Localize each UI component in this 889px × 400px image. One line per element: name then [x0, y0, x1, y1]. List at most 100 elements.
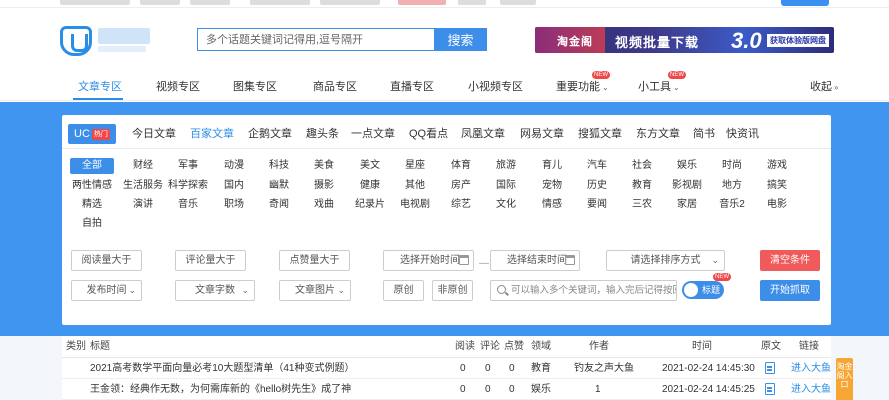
- category-chip[interactable]: 宠物: [530, 178, 574, 194]
- category-chip[interactable]: 音乐2: [710, 197, 754, 213]
- category-chip[interactable]: 国际: [484, 178, 528, 194]
- source-tab[interactable]: 今日文章: [132, 124, 176, 144]
- source-tab[interactable]: 快资讯: [726, 124, 759, 144]
- document-icon[interactable]: [765, 383, 775, 395]
- category-chip[interactable]: 演讲: [121, 197, 165, 213]
- category-chip[interactable]: 其他: [393, 178, 437, 194]
- like-count-input[interactable]: 点赞量大于: [279, 250, 350, 271]
- category-chip[interactable]: 动漫: [212, 158, 256, 174]
- source-tab[interactable]: 企鹅文章: [248, 124, 292, 144]
- category-chip[interactable]: 搞笑: [755, 178, 799, 194]
- sort-select[interactable]: 请选择排序方式 ⌄: [606, 250, 725, 271]
- word-count-select[interactable]: 文章字数 ⌄: [175, 280, 255, 301]
- category-chip[interactable]: 财经: [121, 158, 165, 174]
- category-chip[interactable]: 纪录片: [348, 197, 392, 213]
- category-chip[interactable]: 科技: [257, 158, 301, 174]
- category-chip[interactable]: 旅游: [484, 158, 528, 174]
- category-chip[interactable]: 电影: [755, 197, 799, 213]
- source-tab[interactable]: 一点文章: [351, 124, 395, 144]
- promo-banner[interactable]: 淘金阁 视频批量下载 3.0 获取体验版网盘: [535, 27, 834, 53]
- col-read[interactable]: 阅读: [455, 336, 475, 358]
- category-chip[interactable]: 游戏: [755, 158, 799, 174]
- site-logo[interactable]: [60, 26, 160, 56]
- category-chip[interactable]: 汽车: [575, 158, 619, 174]
- col-like[interactable]: 点赞: [504, 336, 524, 358]
- nav-tools[interactable]: 小工具 ⌄ NEW: [638, 71, 686, 94]
- row-title[interactable]: 王金领：经典作无数，为何需库新的《hello树先生》成了神: [90, 379, 351, 400]
- category-chip[interactable]: 三农: [620, 197, 664, 213]
- source-tab[interactable]: 搜狐文章: [578, 124, 622, 144]
- source-tab[interactable]: QQ看点: [409, 124, 448, 144]
- category-chip[interactable]: 精选: [70, 197, 114, 213]
- category-chip[interactable]: 戏曲: [302, 197, 346, 213]
- original-button[interactable]: 原创: [383, 280, 424, 301]
- category-chip[interactable]: 历史: [575, 178, 619, 194]
- col-time[interactable]: 时间: [692, 336, 712, 358]
- source-tab[interactable]: 网易文章: [520, 124, 564, 144]
- category-chip[interactable]: 军事: [166, 158, 210, 174]
- category-chip[interactable]: 科学探索: [166, 178, 210, 194]
- nav-features[interactable]: 重要功能 ⌄ NEW: [556, 71, 610, 94]
- document-icon[interactable]: [765, 362, 775, 374]
- source-tab-uc[interactable]: UC 热门: [68, 124, 116, 144]
- top-link-hot[interactable]: [398, 0, 446, 5]
- top-link[interactable]: [190, 0, 230, 5]
- login-button[interactable]: [781, 0, 829, 6]
- col-comment[interactable]: 评论: [480, 336, 500, 358]
- nav-article[interactable]: 文章专区: [78, 78, 122, 94]
- top-link[interactable]: [140, 0, 180, 5]
- keyword-input[interactable]: 可以输入多个关键词，输入完后记得按回车: [490, 280, 677, 301]
- category-chip[interactable]: 国内: [212, 178, 256, 194]
- row-link[interactable]: 进入大鱼: [791, 358, 831, 379]
- top-link[interactable]: [60, 0, 130, 5]
- category-chip[interactable]: 音乐: [166, 197, 210, 213]
- category-chip[interactable]: 地方: [710, 178, 754, 194]
- category-chip[interactable]: 综艺: [439, 197, 483, 213]
- category-chip[interactable]: 情感: [530, 197, 574, 213]
- category-chip[interactable]: 时尚: [710, 158, 754, 174]
- title-only-toggle[interactable]: 标题: [682, 281, 724, 299]
- row-link[interactable]: 进入大鱼: [791, 379, 831, 400]
- category-chip[interactable]: 奇闻: [257, 197, 301, 213]
- category-chip[interactable]: 家居: [665, 197, 709, 213]
- category-chip[interactable]: 生活服务: [121, 178, 165, 194]
- category-chip[interactable]: 教育: [620, 178, 664, 194]
- category-chip[interactable]: 房产: [439, 178, 483, 194]
- nav-goods[interactable]: 商品专区: [313, 78, 357, 94]
- top-link[interactable]: [500, 0, 536, 5]
- category-chip[interactable]: 社会: [620, 158, 664, 174]
- end-time-picker[interactable]: 选择结束时间: [490, 250, 580, 271]
- category-chip[interactable]: 全部: [70, 158, 114, 174]
- source-tab[interactable]: 东方文章: [636, 124, 680, 144]
- category-chip[interactable]: 美食: [302, 158, 346, 174]
- source-tab[interactable]: 百家文章: [190, 124, 234, 144]
- category-chip[interactable]: 文化: [484, 197, 528, 213]
- clear-filters-button[interactable]: 清空条件: [760, 250, 820, 271]
- images-select[interactable]: 文章图片 ⌄: [279, 280, 351, 301]
- search-input[interactable]: [197, 28, 435, 51]
- top-link[interactable]: [458, 0, 486, 5]
- category-chip[interactable]: 星座: [393, 158, 437, 174]
- top-link[interactable]: [250, 0, 310, 5]
- source-tab[interactable]: 简书: [693, 124, 715, 144]
- nav-live[interactable]: 直播专区: [390, 78, 434, 94]
- search-button[interactable]: 搜索: [434, 28, 487, 51]
- start-time-picker[interactable]: 选择开始时间: [383, 250, 474, 271]
- category-chip[interactable]: 要闻: [575, 197, 619, 213]
- row-title[interactable]: 2021高考数学平面向量必考10大题型清单（41种变式例题）: [90, 358, 355, 379]
- side-float-entry[interactable]: 淘金阁入口: [836, 358, 853, 400]
- nav-video[interactable]: 视频专区: [156, 78, 200, 94]
- nav-gallery[interactable]: 图集专区: [233, 78, 277, 94]
- category-chip[interactable]: 自拍: [70, 216, 114, 232]
- category-chip[interactable]: 体育: [439, 158, 483, 174]
- source-tab[interactable]: 凤凰文章: [461, 124, 505, 144]
- category-chip[interactable]: 健康: [348, 178, 392, 194]
- top-link[interactable]: [320, 0, 380, 5]
- comment-count-input[interactable]: 评论量大于: [175, 250, 246, 271]
- publish-time-select[interactable]: 发布时间 ⌄: [71, 280, 142, 301]
- read-count-input[interactable]: 阅读量大于: [71, 250, 142, 271]
- category-chip[interactable]: 幽默: [257, 178, 301, 194]
- category-chip[interactable]: 美文: [348, 158, 392, 174]
- nav-collapse[interactable]: 收起»: [810, 78, 838, 94]
- category-chip[interactable]: 职场: [212, 197, 256, 213]
